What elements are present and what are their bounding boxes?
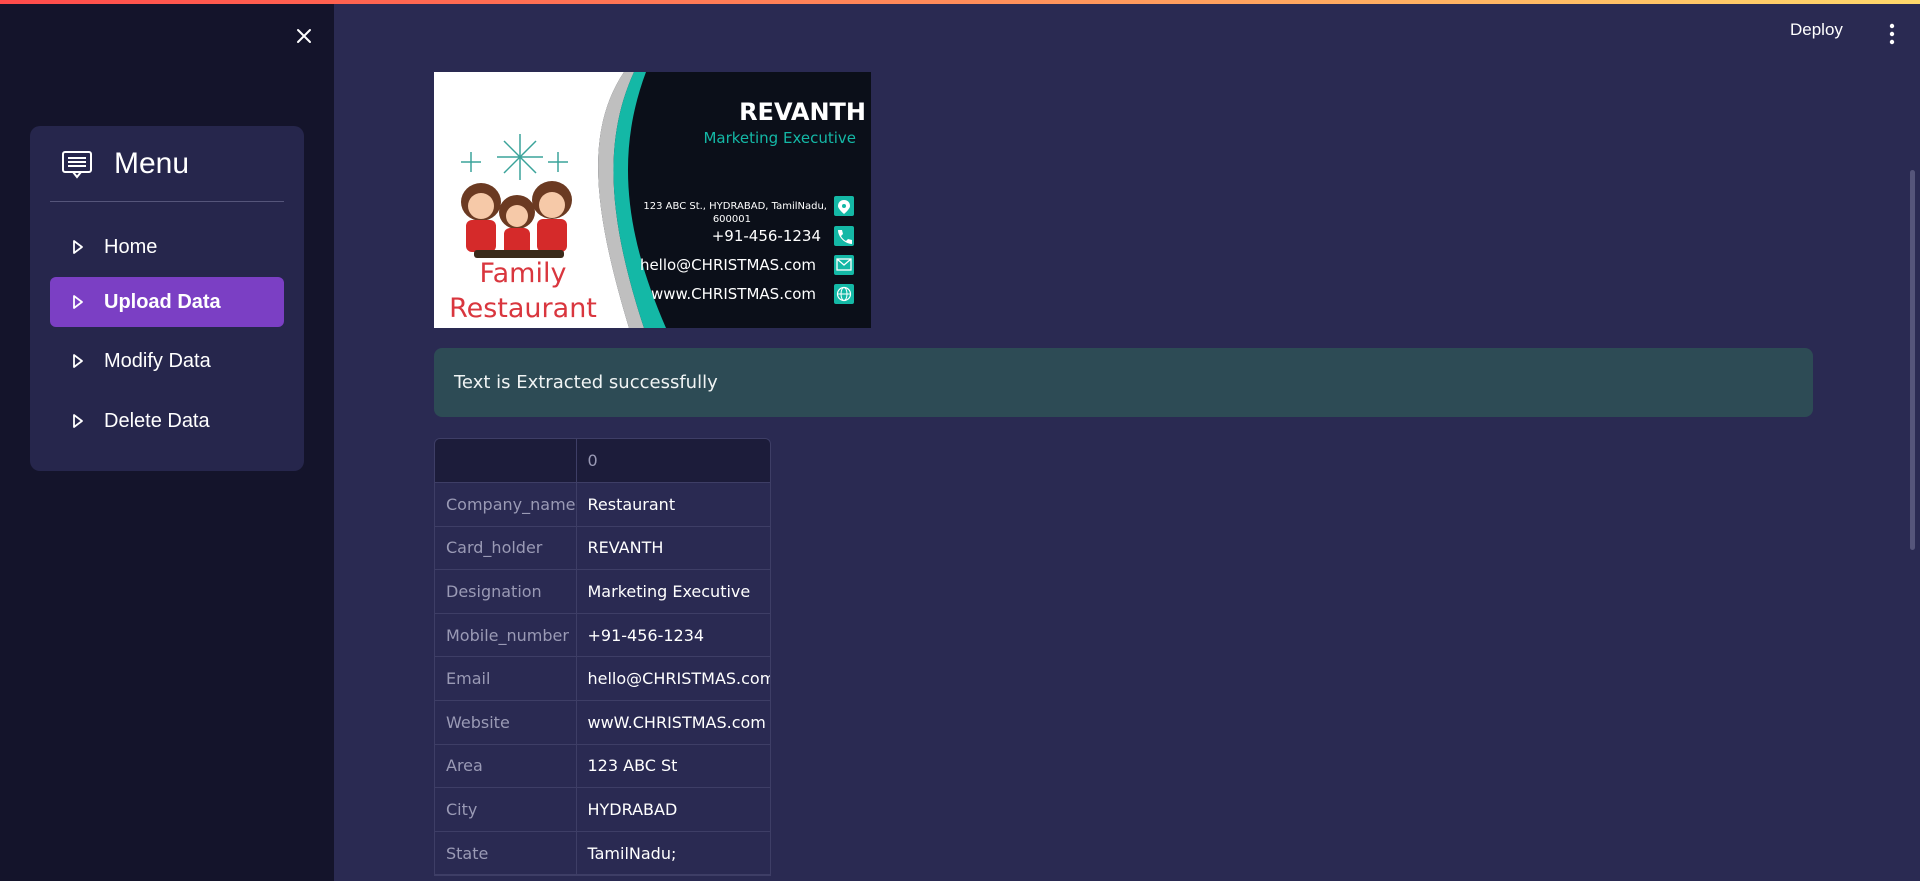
menu-title: Menu: [114, 146, 190, 180]
play-outline-icon: [73, 295, 83, 309]
sidebar-item-delete-data[interactable]: Delete Data: [50, 396, 284, 446]
card-email: hello@CHRISTMAS.com: [640, 256, 816, 274]
row-value[interactable]: HYDRABAD: [576, 787, 770, 832]
sidebar-item-upload-data[interactable]: Upload Data: [50, 277, 284, 327]
menu-card-icon: [62, 150, 92, 179]
row-value[interactable]: Marketing Executive: [576, 569, 770, 614]
location-icon: [834, 196, 854, 216]
play-outline-icon: [73, 414, 83, 428]
more-options-icon[interactable]: [1884, 22, 1900, 46]
row-value[interactable]: Restaurant: [576, 482, 770, 527]
play-outline-icon: [73, 240, 83, 254]
globe-icon: [834, 284, 854, 304]
menu-card: Menu Home Upload Data Modify Data Delete: [30, 126, 304, 471]
main-scrollbar[interactable]: [1910, 170, 1915, 550]
table-row: City HYDRABAD: [435, 787, 770, 832]
table-row: State TamilNadu;: [435, 831, 770, 876]
top-decoration-line: [0, 0, 1920, 4]
row-key: City: [435, 787, 577, 832]
table-row: Company_name Restaurant: [435, 482, 770, 527]
sidebar-item-home[interactable]: Home: [50, 222, 284, 272]
card-company-line1: Family: [480, 258, 567, 289]
close-sidebar-button[interactable]: [290, 22, 318, 50]
sidebar: Menu Home Upload Data Modify Data Delete: [0, 0, 334, 881]
row-key: Website: [435, 700, 577, 745]
row-key: Email: [435, 656, 577, 702]
row-key: Card_holder: [435, 526, 577, 571]
phone-icon: [834, 226, 854, 246]
table-row: Email hello@CHRISTMAS.com: [435, 656, 770, 702]
row-value[interactable]: hello@CHRISTMAS.com: [576, 656, 770, 702]
card-website: www.CHRISTMAS.com: [651, 285, 816, 303]
table-row: Card_holder REVANTH: [435, 526, 770, 571]
extracted-data-table: 0 Company_name Restaurant Card_holder RE…: [434, 438, 771, 877]
table-index-header: [435, 439, 577, 484]
row-key: State: [435, 831, 577, 876]
row-key: Area: [435, 744, 577, 789]
play-outline-icon: [73, 354, 83, 368]
sidebar-item-modify-data[interactable]: Modify Data: [50, 336, 284, 386]
card-address-line1: 123 ABC St., HYDRABAD, TamilNadu,: [643, 201, 827, 212]
menu-header: Menu: [50, 126, 284, 202]
sidebar-item-label: Modify Data: [104, 349, 211, 372]
deploy-button[interactable]: Deploy: [1790, 20, 1843, 46]
close-icon: [297, 29, 311, 43]
row-value[interactable]: +91-456-1234: [576, 613, 770, 658]
card-address-line2: 600001: [713, 214, 751, 225]
table-header-row: 0: [435, 439, 770, 484]
table-row: Designation Marketing Executive: [435, 569, 770, 614]
sidebar-item-label: Home: [104, 235, 158, 258]
business-card-image: Family Restaurant REVANTH Marketing Exec…: [434, 72, 871, 328]
card-name: REVANTH: [739, 98, 866, 126]
table-row: Website wwW.CHRISTMAS.com: [435, 700, 770, 745]
row-key: Designation: [435, 569, 577, 614]
card-company-line2: Restaurant: [449, 293, 597, 324]
table-row: Mobile_number +91-456-1234: [435, 613, 770, 658]
alert-message: Text is Extracted successfully: [454, 372, 718, 393]
table-column-header[interactable]: 0: [576, 439, 770, 484]
sidebar-item-label: Upload Data: [104, 290, 221, 313]
row-value[interactable]: TamilNadu;: [576, 831, 770, 876]
card-phone: +91-456-1234: [712, 227, 821, 245]
card-designation: Marketing Executive: [703, 129, 856, 147]
row-key: Mobile_number: [435, 613, 577, 658]
row-value[interactable]: 123 ABC St: [576, 744, 770, 789]
mail-icon: [834, 255, 854, 275]
table-row: Area 123 ABC St: [435, 744, 770, 789]
row-value[interactable]: REVANTH: [576, 526, 770, 571]
sidebar-item-label: Delete Data: [104, 409, 210, 432]
success-alert: Text is Extracted successfully: [434, 348, 1813, 417]
row-value[interactable]: wwW.CHRISTMAS.com: [576, 700, 770, 745]
row-key: Company_name: [435, 482, 577, 527]
